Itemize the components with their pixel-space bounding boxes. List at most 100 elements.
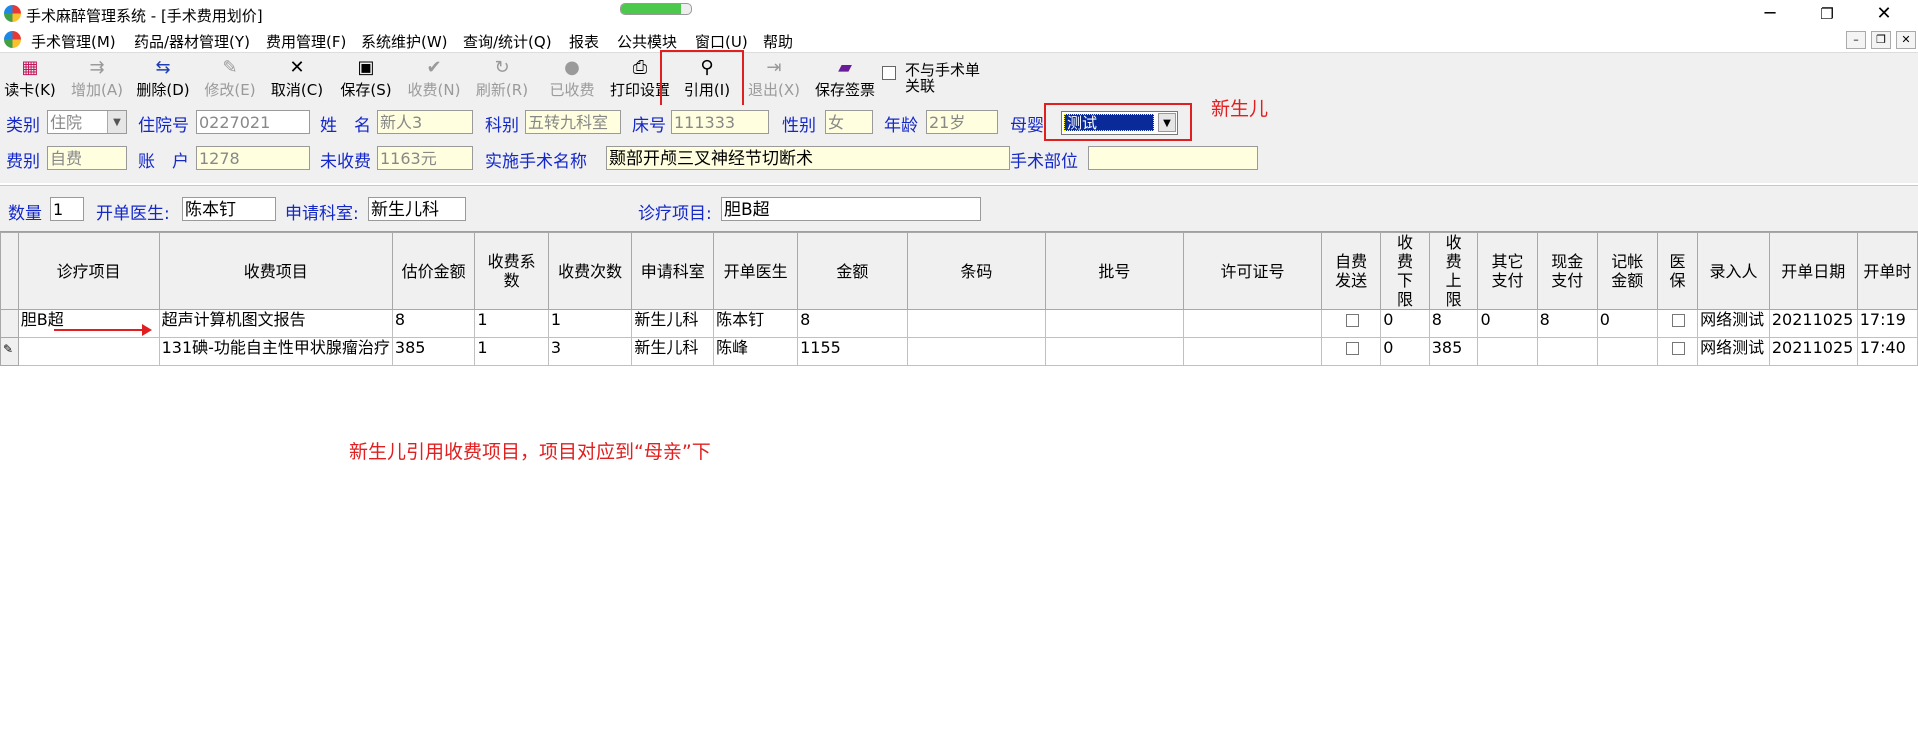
mdi-restore-icon[interactable]: ❐ [1871,31,1891,49]
cell-cash[interactable]: 8 [1536,309,1598,338]
col-header[interactable]: 诊疗项目 [17,232,160,310]
menu-public[interactable]: 公共模块 [617,31,677,52]
diag-item-field[interactable]: 胆B超 [721,197,981,221]
cell-time[interactable]: 17:19 [1856,309,1918,338]
col-header[interactable]: 条码 [906,232,1046,310]
cell-lower[interactable]: 0 [1380,309,1430,338]
modify-button[interactable]: ✎ 修改(E) [203,57,257,103]
col-header[interactable]: 申请科室 [631,232,715,310]
cell-est[interactable]: 385 [391,337,476,366]
save-button[interactable]: ▣ 保存(S) [338,57,394,103]
self-pay-checkbox[interactable] [1346,342,1360,355]
cell-barcode[interactable] [906,309,1046,338]
cell-date[interactable]: 20211025 [1768,337,1858,366]
col-header[interactable]: 记帐金额 [1596,232,1658,310]
sex-field[interactable]: 女 [825,110,873,134]
menu-help[interactable]: 帮助 [763,31,793,52]
insurance-checkbox[interactable] [1671,314,1685,327]
cell-est[interactable]: 8 [391,309,476,338]
menu-fees[interactable]: 费用管理(F) [266,31,346,52]
col-header[interactable]: 现金支付 [1536,232,1598,310]
charged-button[interactable]: ● 已收费 [544,57,600,103]
cell-upper[interactable]: 385 [1428,337,1479,366]
not-link-checkbox[interactable] [882,66,896,80]
cell-barcode[interactable] [906,337,1046,366]
mdi-close-icon[interactable]: ✕ [1896,31,1916,49]
cell-date[interactable]: 20211025 [1768,309,1858,338]
cell-entry[interactable]: 网络测试 [1697,337,1770,366]
cell-self-pay[interactable] [1321,309,1382,338]
row-indicator[interactable] [0,309,19,338]
cell-entry[interactable]: 网络测试 [1697,309,1770,338]
minimize-icon[interactable]: ─ [1750,2,1790,26]
name-field[interactable]: 新人3 [377,110,473,134]
table-row[interactable]: 胆B超 超声计算机图文报告 8 1 1 新生儿科 陈本钉 8 0 8 0 8 0… [0,309,1918,338]
col-header[interactable]: 医保 [1656,232,1699,310]
col-header[interactable]: 收费系数 [474,232,549,310]
doctor-field[interactable]: 陈本钉 [182,197,276,221]
cell-insurance[interactable] [1656,309,1699,338]
cell-fee-item[interactable]: 131碘-功能自主性甲状腺瘤治疗 [158,337,393,366]
surgery-site-field[interactable] [1088,146,1258,170]
menu-drugs[interactable]: 药品/器材管理(Y) [134,31,250,52]
cell-dept[interactable]: 新生儿科 [631,337,715,366]
surgery-name-field[interactable]: 颞部开颅三叉神经节切断术 [606,146,1010,170]
cell-fee-item[interactable]: 超声计算机图文报告 [158,309,393,338]
dept-field[interactable]: 五转九科室 [525,110,621,134]
row-indicator[interactable]: ✎ [0,337,19,366]
cell-doctor[interactable]: 陈本钉 [713,309,799,338]
self-pay-checkbox[interactable] [1346,314,1360,327]
req-dept-field[interactable]: 新生儿科 [368,197,466,221]
add-button[interactable]: ⇉ 增加(A) [70,57,124,103]
col-header[interactable]: 收费次数 [547,232,633,310]
cell-cash[interactable] [1536,337,1598,366]
cell-other[interactable]: 0 [1477,309,1538,338]
cell-amount[interactable]: 8 [797,309,908,338]
fee-type-field[interactable]: 自费 [47,146,127,170]
col-header[interactable]: 批号 [1044,232,1184,310]
cell-self-pay[interactable] [1321,337,1382,366]
cell-coef[interactable]: 1 [474,309,549,338]
menu-reports[interactable]: 报表 [569,31,599,52]
save-sign-button[interactable]: ▰ 保存签票 [812,57,878,103]
col-header[interactable]: 收费上限 [1428,232,1479,310]
exit-button[interactable]: ⇥ 退出(X) [746,57,802,103]
uncharged-field[interactable]: 1163元 [377,146,473,170]
cell-batch[interactable] [1044,309,1184,338]
cell-amount[interactable]: 1155 [797,337,908,366]
col-header[interactable]: 金额 [797,232,908,310]
cell-diag[interactable] [17,337,160,366]
cell-diag[interactable]: 胆B超 [17,309,160,338]
quantity-field[interactable]: 1 [50,197,84,221]
cell-dept[interactable]: 新生儿科 [631,309,715,338]
account-field[interactable]: 1278 [196,146,310,170]
cell-account[interactable]: 0 [1596,309,1658,338]
cell-coef[interactable]: 1 [474,337,549,366]
close-icon[interactable]: ✕ [1864,2,1904,26]
read-card-button[interactable]: ▦ 读卡(K) [3,57,57,103]
cell-other[interactable] [1477,337,1538,366]
col-header[interactable]: 估价金额 [391,232,476,310]
cell-doctor[interactable]: 陈峰 [713,337,799,366]
menu-window[interactable]: 窗口(U) [695,31,748,52]
col-header[interactable]: 收费项目 [158,232,393,310]
cell-license[interactable] [1182,309,1323,338]
col-header[interactable]: 收费下限 [1380,232,1430,310]
cell-time[interactable]: 17:40 [1856,337,1918,366]
cell-times[interactable]: 1 [547,309,633,338]
menu-surgery[interactable]: 手术管理(M) [31,31,116,52]
col-header[interactable]: 开单医生 [713,232,799,310]
col-header[interactable]: 开单时 [1856,232,1918,310]
delete-button[interactable]: ⇆ 删除(D) [136,57,190,103]
cell-times[interactable]: 3 [547,337,633,366]
mdi-minimize-icon[interactable]: – [1846,31,1866,49]
refresh-button[interactable]: ↻ 刷新(R) [474,57,530,103]
col-header[interactable]: 开单日期 [1768,232,1858,310]
cell-license[interactable] [1182,337,1323,366]
charge-button[interactable]: ✔ 收费(N) [406,57,462,103]
col-header[interactable]: 自费发送 [1321,232,1382,310]
bed-field[interactable]: 111333 [671,110,769,134]
insurance-checkbox[interactable] [1671,342,1685,355]
col-header[interactable]: 录入人 [1697,232,1770,310]
menu-query[interactable]: 查询/统计(Q) [463,31,552,52]
